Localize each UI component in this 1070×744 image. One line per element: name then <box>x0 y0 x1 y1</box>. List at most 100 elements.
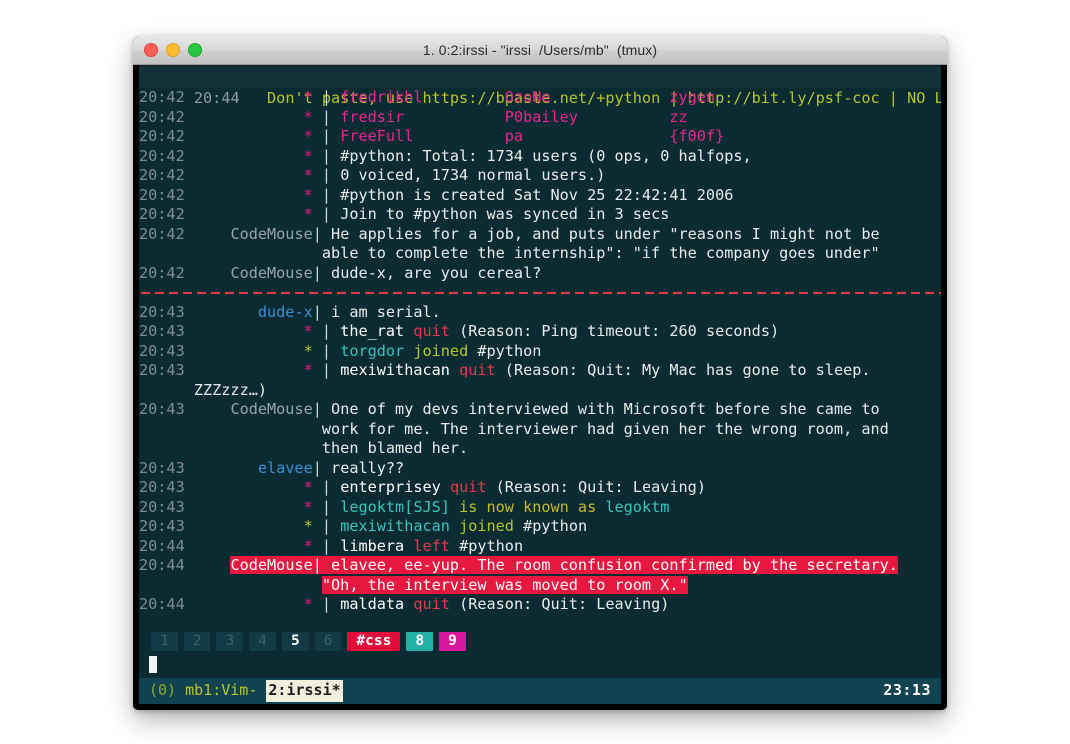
event-verb: quit <box>413 595 450 613</box>
nick-list-row: 20:42 * | FreeFull pa {f00f} <box>139 127 941 147</box>
nick-separator: | <box>312 536 332 555</box>
nick-list-entry: zygen <box>669 88 716 106</box>
timestamp: 20:43 <box>139 341 185 360</box>
chat-text: ZZZzzz…) <box>139 380 268 399</box>
nick-pad <box>194 576 322 594</box>
nick-separator: | <box>312 205 332 223</box>
maximize-window-button[interactable] <box>188 43 202 57</box>
message-nick: CodeMouse <box>230 263 313 282</box>
timestamp: 20:43 <box>139 361 185 379</box>
window-titlebar[interactable]: 1. 0:2:irssi - "irssi /Users/mb" (tmux) <box>133 36 947 65</box>
system-star-icon: * <box>303 595 313 613</box>
channel-event: 20:43 * | the_rat quit (Reason: Ping tim… <box>139 322 941 342</box>
tmux-status-bar[interactable]: (0) mb1:Vim- 2:irssi* 23:13 <box>139 678 941 704</box>
tmux-session-id[interactable]: (0) <box>149 681 176 701</box>
irssi-window-tab-2[interactable]: 2 <box>183 631 211 651</box>
nick-separator: | <box>312 185 332 204</box>
channel-event: 20:43 * | enterprisey quit (Reason: Quit… <box>139 478 941 498</box>
event-verb: quit <box>459 361 496 379</box>
system-star-icon: * <box>303 322 313 340</box>
system-star-icon: * <box>303 517 313 535</box>
separator-line <box>141 291 941 294</box>
timestamp: 20:43 <box>139 478 185 496</box>
text-cursor <box>149 655 157 673</box>
irssi-window-tab-8[interactable]: 8 <box>406 631 434 651</box>
event-nick: mexiwithacan <box>340 517 450 535</box>
timestamp: 20:43 <box>139 302 185 321</box>
irc-topic-bar: 20:44 Don't paste, use https://bpaste.ne… <box>139 67 941 107</box>
timestamp: 20:42 <box>139 205 185 223</box>
timestamp: 20:42 <box>139 224 185 243</box>
timestamp: 20:43 <box>139 517 185 535</box>
event-verb: left <box>413 536 450 555</box>
nick-list-entry: OzoNe <box>504 88 670 106</box>
nick-pad <box>194 420 322 438</box>
timestamp: 20:44 <box>139 556 185 574</box>
message-nick: CodeMouse <box>230 400 313 418</box>
irssi-window-tab-6[interactable]: 6 <box>314 631 342 651</box>
irssi-input-prompt[interactable] <box>139 652 941 676</box>
irssi-window-tab-4[interactable]: 4 <box>249 631 276 651</box>
irssi-window-tab-hash-css[interactable]: #css <box>347 631 401 651</box>
nick-list-entry: pa <box>504 127 670 145</box>
event-detail: #python <box>449 536 524 555</box>
irssi-window-list[interactable]: 1 2 3 4 5 6 #css 8 9 <box>139 630 941 652</box>
irssi-window-tab-5[interactable]: 5 <box>281 631 309 651</box>
system-star-icon: * <box>303 185 313 204</box>
nick-list-entry: {f00f} <box>669 127 725 145</box>
chat-text: #python: Total: 1734 users (0 ops, 0 hal… <box>340 146 752 165</box>
nick-separator: | <box>312 302 322 321</box>
system-star-icon: * <box>303 166 313 184</box>
irssi-window-tab-1[interactable]: 1 <box>151 631 178 651</box>
event-detail: (Reason: Quit: Leaving) <box>486 478 706 496</box>
irc-chat-log[interactable]: 20:42 * | fredrikhl OzoNe zygen 20:42 * |… <box>139 88 941 615</box>
chat-text: work for me. The interviewer had given h… <box>321 419 889 438</box>
timestamp: 20:42 <box>139 185 185 204</box>
nick-separator: | <box>312 322 332 340</box>
message-nick: CodeMouse <box>230 224 313 243</box>
system-star-icon: * <box>303 107 313 126</box>
nick-separator: | <box>312 341 332 360</box>
event-nick: mexiwithacan <box>340 361 450 379</box>
chat-text: 0 voiced, 1734 normal users.) <box>340 166 606 184</box>
system-message: 20:42 * | Join to #python was synced in … <box>139 205 941 225</box>
minimize-window-button[interactable] <box>166 43 180 57</box>
timestamp: 20:42 <box>139 107 185 126</box>
chat-text: #python is created Sat Nov 25 22:42:41 2… <box>340 185 734 204</box>
terminal-screen[interactable]: 20:44 Don't paste, use https://bpaste.ne… <box>139 65 941 704</box>
irssi-window-tab-3[interactable]: 3 <box>216 631 244 651</box>
tmux-window-vim[interactable]: mb1:Vim- <box>176 681 266 701</box>
chat-message: 20:43 CodeMouse| One of my devs intervie… <box>139 400 941 420</box>
timestamp: 20:44 <box>139 595 185 613</box>
tmux-window-irssi[interactable]: 2:irssi* <box>266 680 343 702</box>
chat-continuation: then blamed her. <box>139 439 941 459</box>
timestamp: 20:44 <box>139 536 185 555</box>
system-star-icon: * <box>303 205 313 223</box>
channel-event: 20:44 * | maldata quit (Reason: Quit: Le… <box>139 595 941 615</box>
channel-event: 20:43 * | mexiwithacan quit (Reason: Qui… <box>139 361 941 381</box>
close-window-button[interactable] <box>144 43 158 57</box>
chat-text: dude-x, are you cereal? <box>331 263 542 282</box>
system-star-icon: * <box>303 497 313 516</box>
nick-separator: | <box>312 166 332 184</box>
irssi-window-tab-9[interactable]: 9 <box>439 631 466 651</box>
nick-separator: | <box>312 400 322 418</box>
chat-continuation: ZZZzzz…) <box>139 381 941 401</box>
